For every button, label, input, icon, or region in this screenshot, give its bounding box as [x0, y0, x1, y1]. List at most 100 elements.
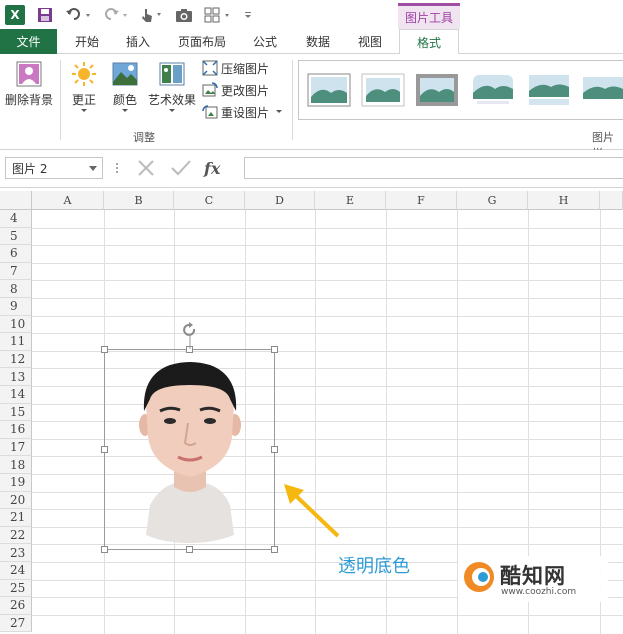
formula-input[interactable]	[244, 157, 623, 179]
undo-icon[interactable]	[64, 4, 94, 26]
column-header-b[interactable]: B	[104, 191, 174, 210]
resize-handle[interactable]	[101, 446, 108, 453]
change-picture-button[interactable]: 更改图片	[202, 80, 269, 100]
formula-bar: 图片 2 fx	[0, 150, 623, 188]
row-header[interactable]: 27	[0, 614, 32, 633]
row-header[interactable]: 15	[0, 403, 32, 422]
artistic-effects-button[interactable]: 艺术效果	[146, 60, 198, 114]
row-header[interactable]: 4	[0, 210, 32, 228]
gridline	[32, 315, 623, 317]
row-header[interactable]: 10	[0, 315, 32, 334]
customize-toolbar-icon[interactable]	[242, 4, 254, 26]
tab-page-layout[interactable]: 页面布局	[172, 29, 232, 54]
column-header-c[interactable]: C	[174, 191, 245, 210]
tab-view[interactable]: 视图	[350, 29, 390, 54]
reset-picture-button[interactable]: 重设图片	[202, 102, 283, 122]
row-header[interactable]: 11	[0, 333, 32, 351]
corrections-label: 更正	[71, 93, 96, 107]
row-header[interactable]: 18	[0, 456, 32, 474]
row-header[interactable]: 13	[0, 368, 32, 386]
row-header[interactable]: 22	[0, 526, 32, 545]
picture-style-thumb[interactable]	[581, 73, 623, 107]
row-header[interactable]: 19	[0, 474, 32, 492]
resize-handle[interactable]	[271, 546, 278, 553]
insert-function-icon[interactable]: fx	[204, 159, 220, 178]
resize-handle[interactable]	[271, 446, 278, 453]
ribbon-body: 删除背景 更正 颜色 艺术效果 压缩图片 更改图片 重设图片 调整 图片样	[0, 54, 623, 160]
tab-insert[interactable]: 插入	[118, 29, 158, 54]
row-header[interactable]: 21	[0, 509, 32, 527]
tab-formulas[interactable]: 公式	[245, 29, 285, 54]
row-header[interactable]: 5	[0, 227, 32, 246]
resize-handle[interactable]	[271, 346, 278, 353]
row-header[interactable]: 12	[0, 350, 32, 369]
column-header-e[interactable]: E	[315, 191, 386, 210]
excel-logo-icon: X	[5, 5, 25, 25]
save-icon[interactable]	[36, 4, 54, 26]
annotation-text: 透明底色	[338, 556, 410, 577]
row-header[interactable]: 20	[0, 491, 32, 510]
touch-mode-icon[interactable]	[138, 4, 166, 26]
camera-icon[interactable]	[174, 4, 194, 26]
tab-home[interactable]: 开始	[68, 29, 106, 54]
resize-handle[interactable]	[101, 346, 108, 353]
adjust-group-label: 调整	[133, 131, 155, 144]
row-header[interactable]: 9	[0, 298, 32, 316]
sun-icon	[72, 62, 96, 86]
coozhi-logo-icon	[464, 562, 494, 592]
corrections-button[interactable]: 更正	[64, 60, 104, 114]
name-box[interactable]: 图片 2	[5, 157, 103, 179]
picture-style-thumb[interactable]	[307, 73, 351, 107]
artistic-effects-icon	[159, 62, 185, 86]
tab-format[interactable]: 格式	[399, 29, 459, 55]
chevron-down-icon	[122, 109, 128, 112]
ribbon-divider	[292, 60, 293, 140]
compress-pictures-button[interactable]: 压缩图片	[202, 58, 269, 78]
picture-selection-frame[interactable]	[104, 349, 275, 550]
row-header[interactable]: 25	[0, 579, 32, 598]
chevron-down-icon	[276, 110, 283, 113]
row-header[interactable]: 7	[0, 262, 32, 281]
picture-style-thumb[interactable]	[527, 73, 571, 107]
picture-style-thumb[interactable]	[471, 73, 515, 107]
column-header-i[interactable]	[600, 191, 623, 210]
gridline	[32, 280, 623, 282]
row-header[interactable]: 6	[0, 245, 32, 263]
row-header[interactable]: 16	[0, 421, 32, 439]
chevron-down-icon[interactable]	[89, 166, 97, 171]
change-picture-label: 更改图片	[221, 83, 270, 98]
gridline	[32, 298, 623, 299]
gridline	[32, 262, 623, 264]
column-header-a[interactable]: A	[32, 191, 104, 210]
picture-style-thumb[interactable]	[361, 73, 405, 107]
formula-buttons: fx	[112, 157, 220, 179]
select-all-corner[interactable]	[0, 191, 32, 210]
ribbon-divider	[60, 60, 61, 140]
remove-background-icon	[16, 61, 42, 87]
tab-data[interactable]: 数据	[298, 29, 338, 54]
redo-icon[interactable]	[102, 4, 130, 26]
row-header[interactable]: 17	[0, 438, 32, 457]
row-header[interactable]: 14	[0, 386, 32, 404]
row-header[interactable]: 24	[0, 562, 32, 580]
color-button[interactable]: 颜色	[107, 60, 143, 114]
arrow-icon	[284, 484, 340, 538]
row-header[interactable]: 8	[0, 280, 32, 298]
column-header-f[interactable]: F	[386, 191, 457, 210]
row-header[interactable]: 26	[0, 597, 32, 615]
cancel-icon[interactable]	[136, 158, 156, 178]
column-header-h[interactable]: H	[528, 191, 600, 210]
column-header-d[interactable]: D	[245, 191, 315, 210]
resize-handle[interactable]	[186, 546, 193, 553]
resize-handle[interactable]	[101, 546, 108, 553]
row-header[interactable]: 23	[0, 544, 32, 562]
picture-styles-gallery[interactable]	[298, 60, 623, 120]
gridline	[32, 245, 623, 247]
tab-file[interactable]: 文件	[0, 29, 57, 54]
layout-icon[interactable]	[204, 4, 234, 26]
column-header-g[interactable]: G	[457, 191, 528, 210]
picture-style-thumb[interactable]	[415, 73, 459, 107]
rotate-handle-icon[interactable]	[182, 322, 198, 349]
remove-background-button[interactable]: 删除背景	[3, 60, 55, 108]
enter-icon[interactable]	[170, 158, 192, 178]
